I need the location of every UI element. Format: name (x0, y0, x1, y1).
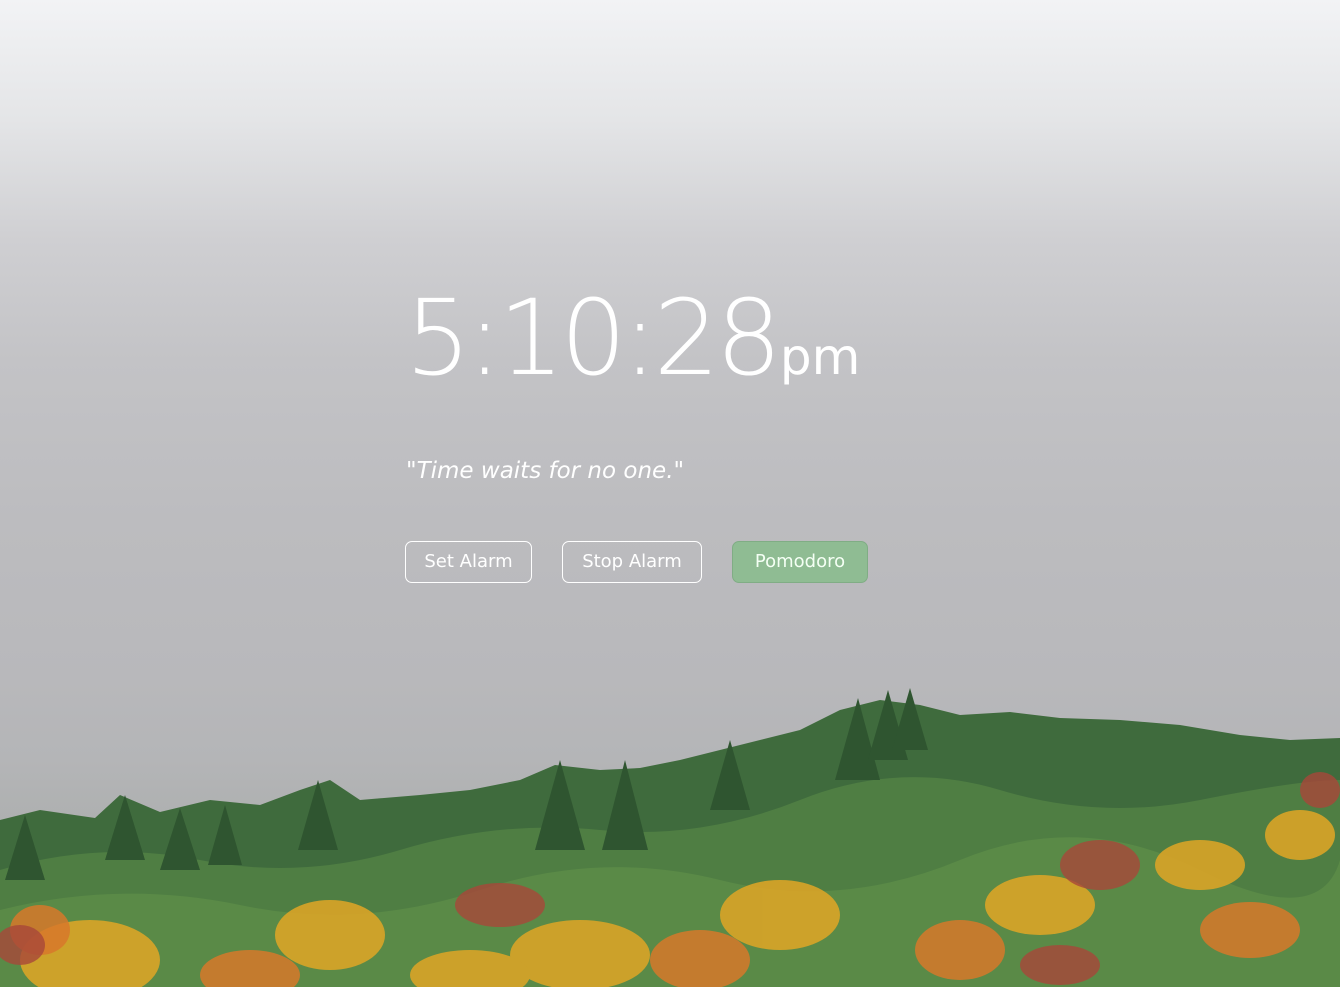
clock-ampm: pm (779, 328, 861, 386)
quote-text: "Time waits for no one." (406, 458, 685, 484)
button-row: Set Alarm Stop Alarm Pomodoro (405, 541, 868, 583)
digital-clock: 5:10:28pm (405, 286, 860, 390)
set-alarm-button[interactable]: Set Alarm (405, 541, 532, 583)
clock-time: 5:10:28 (405, 277, 782, 399)
stop-alarm-button[interactable]: Stop Alarm (562, 541, 702, 583)
pomodoro-button[interactable]: Pomodoro (732, 541, 868, 583)
background-forest-scene (0, 688, 1340, 987)
